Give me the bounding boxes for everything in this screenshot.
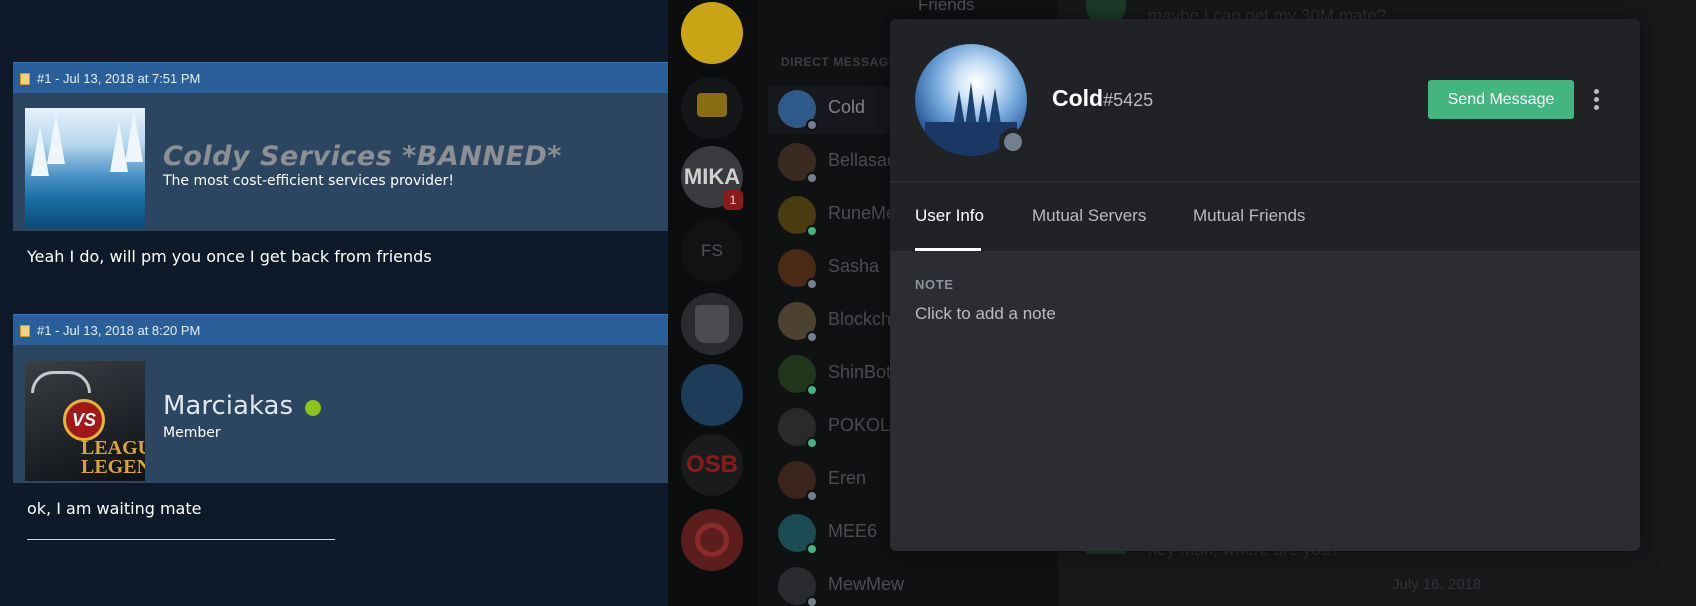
dm-name: MEE6 [828, 521, 878, 541]
server-icon[interactable] [681, 77, 743, 139]
server-icon[interactable]: OSB [681, 434, 743, 496]
dm-section-header: DIRECT MESSAGES [781, 55, 907, 69]
dm-name: Blockch [828, 309, 892, 329]
tab-mutual-friends[interactable]: Mutual Friends [1193, 206, 1305, 226]
dm-item[interactable]: MewMew [768, 563, 1038, 606]
post-username[interactable]: Marciakas [163, 391, 293, 421]
post-username[interactable]: Coldy Services *BANNED* [163, 141, 562, 172]
dm-name: Bellasad [828, 150, 898, 170]
post-user-title: The most cost-efficient services provide… [163, 173, 455, 189]
post-user-title: Member [163, 425, 221, 441]
server-icon[interactable] [681, 2, 743, 64]
post-body: ok, I am waiting mate [27, 499, 202, 518]
date-divider: July 16, 2018 [1392, 576, 1482, 593]
avatar-league-text: LEAGU LEGEN [81, 437, 145, 478]
dm-name: Eren [828, 468, 867, 488]
post-user-panel: Coldy Services *BANNED* The most cost-ef… [13, 93, 668, 231]
dm-name: MewMew [828, 574, 905, 594]
dm-name: Sasha [828, 256, 880, 276]
online-status-icon [305, 400, 321, 416]
note-input[interactable]: Click to add a note [915, 304, 1056, 324]
signature-divider [27, 539, 335, 540]
server-icon[interactable] [681, 293, 743, 355]
avatar-vs-text: VS [63, 399, 105, 441]
dm-name: ShinBot [828, 362, 892, 382]
forum-pane: #1 - Jul 13, 2018 at 7:51 PM Coldy Servi… [0, 0, 668, 606]
dm-name: Cold [828, 97, 866, 117]
more-options-icon[interactable] [1594, 89, 1600, 111]
post-user-panel: VS LEAGU LEGEN Marciakas Member [13, 345, 668, 483]
send-message-button[interactable]: Send Message [1428, 80, 1574, 119]
username-text: Cold [1052, 85, 1104, 111]
post-header-text: #1 - Jul 13, 2018 at 7:51 PM [37, 71, 201, 86]
status-offline-icon [999, 128, 1027, 156]
user-profile-modal: Cold#5425 Send Message User Info Mutual … [890, 19, 1640, 551]
dm-name: POKOL [828, 415, 891, 435]
post-body: Yeah I do, will pm you once I get back f… [27, 247, 432, 266]
active-tab-indicator [915, 248, 981, 251]
profile-username: Cold#5425 [1052, 85, 1153, 112]
note-label: NOTE [915, 277, 954, 292]
user-avatar[interactable] [25, 108, 145, 228]
tab-mutual-servers[interactable]: Mutual Servers [1032, 206, 1146, 226]
document-icon [20, 73, 30, 85]
header-divider [890, 181, 1640, 182]
server-icon[interactable] [681, 509, 743, 571]
discriminator-text: #5425 [1103, 90, 1154, 110]
post-header-text: #1 - Jul 13, 2018 at 8:20 PM [37, 323, 201, 338]
server-notification-badge: 1 [723, 190, 743, 210]
server-list: MIKA 1 FS OSB [668, 0, 758, 606]
document-icon [20, 325, 30, 337]
friends-link[interactable]: Friends [918, 0, 975, 15]
tab-user-info[interactable]: User Info [915, 206, 984, 226]
server-icon[interactable]: FS [681, 220, 743, 282]
user-avatar[interactable]: VS LEAGU LEGEN [25, 361, 145, 481]
screen: #1 - Jul 13, 2018 at 7:51 PM Coldy Servi… [0, 0, 1696, 606]
profile-header: Cold#5425 Send Message User Info Mutual … [890, 19, 1640, 251]
post-header: #1 - Jul 13, 2018 at 8:20 PM [13, 314, 668, 345]
server-icon[interactable] [681, 364, 743, 426]
dm-name: RuneMe [828, 203, 897, 223]
post-header: #1 - Jul 13, 2018 at 7:51 PM [13, 62, 668, 93]
